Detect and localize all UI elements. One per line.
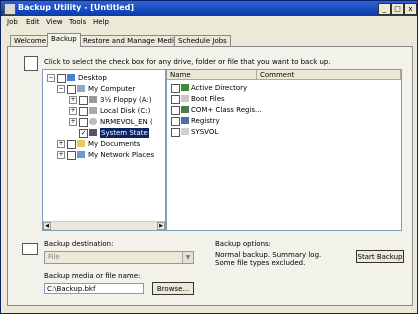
registry-icon <box>181 117 189 124</box>
expand-icon[interactable]: + <box>57 151 65 159</box>
drive-tree[interactable]: − Desktop − My Computer + 3½ Floppy (A:)… <box>42 69 166 231</box>
minimize-button[interactable]: _ <box>378 3 391 15</box>
browse-button[interactable]: Browse... <box>152 282 194 295</box>
media-label: Backup media or file name: <box>44 272 141 280</box>
menu-tools[interactable]: Tools <box>69 18 86 26</box>
expand-icon[interactable]: + <box>69 107 77 115</box>
expand-icon[interactable]: + <box>69 118 77 126</box>
column-header-name[interactable]: Name <box>167 70 257 80</box>
system-state-checkbox[interactable]: ✓ <box>79 129 88 138</box>
local-disk-checkbox[interactable] <box>79 107 88 116</box>
backup-utility-window: Backup Utility - [Untitled] _ □ x Job Ed… <box>0 0 418 314</box>
collapse-icon[interactable]: − <box>47 74 55 82</box>
window-title: Backup Utility - [Untitled] <box>18 3 135 12</box>
column-header-comment[interactable]: Comment <box>257 70 401 80</box>
tab-backup[interactable]: Backup <box>47 33 81 47</box>
expand-icon[interactable]: + <box>57 140 65 148</box>
backup-options-label: Backup options: <box>215 240 272 248</box>
tab-welcome[interactable]: Welcome <box>10 35 51 46</box>
tab-restore[interactable]: Restore and Manage Media <box>79 35 183 46</box>
com-class-icon <box>181 106 189 113</box>
backup-panel: Click to select the check box for any dr… <box>7 46 413 306</box>
item-list[interactable]: Name Comment Active Directory Boot Files… <box>166 69 402 231</box>
scroll-left-icon[interactable]: ◀ <box>43 222 51 230</box>
floppy-checkbox[interactable] <box>79 96 88 105</box>
menu-job[interactable]: Job <box>7 18 18 26</box>
destination-icon <box>22 243 38 255</box>
tab-strip: Welcome Backup Restore and Manage Media … <box>1 32 417 47</box>
instruction-text: Click to select the check box for any dr… <box>44 58 331 66</box>
cd-drive-icon <box>89 118 97 125</box>
item-checkbox[interactable] <box>171 106 180 115</box>
item-checkbox[interactable] <box>171 128 180 137</box>
start-backup-button[interactable]: Start Backup <box>356 250 404 263</box>
backup-options-line2: Some file types excluded. <box>215 259 306 267</box>
maximize-button[interactable]: □ <box>391 3 404 15</box>
item-checkbox[interactable] <box>171 117 180 126</box>
desktop-checkbox[interactable] <box>57 74 66 83</box>
hard-disk-icon <box>89 107 97 114</box>
boot-files-icon <box>181 95 189 102</box>
tree-horizontal-scrollbar[interactable]: ◀ ▶ <box>43 221 165 230</box>
system-state-icon <box>89 129 97 136</box>
floppy-icon <box>89 96 97 103</box>
destination-label: Backup destination: <box>44 240 114 248</box>
network-icon <box>77 151 85 158</box>
destination-select[interactable]: File ▼ <box>44 251 194 264</box>
active-directory-icon <box>181 84 189 91</box>
sysvol-icon <box>181 128 189 135</box>
cdrom-checkbox[interactable] <box>79 118 88 127</box>
menu-bar: Job Edit View Tools Help <box>1 16 417 29</box>
collapse-icon[interactable]: − <box>57 85 65 93</box>
dropdown-arrow-icon[interactable]: ▼ <box>182 252 193 263</box>
item-checkbox[interactable] <box>171 95 180 104</box>
media-file-input[interactable]: C:\Backup.bkf <box>44 283 144 294</box>
menu-help[interactable]: Help <box>93 18 109 26</box>
close-button[interactable]: x <box>404 3 417 15</box>
my-documents-checkbox[interactable] <box>67 140 76 149</box>
tab-schedule[interactable]: Schedule Jobs <box>174 35 231 46</box>
desktop-icon <box>67 74 75 81</box>
computer-icon <box>77 85 85 92</box>
menu-edit[interactable]: Edit <box>26 18 40 26</box>
title-bar: Backup Utility - [Untitled] _ □ x <box>1 1 417 16</box>
expand-icon[interactable]: + <box>69 96 77 104</box>
checklist-icon <box>24 56 38 71</box>
backup-options-line1: Normal backup. Summary log. <box>215 251 322 259</box>
network-checkbox[interactable] <box>67 151 76 160</box>
folder-icon <box>77 140 85 147</box>
menu-view[interactable]: View <box>46 18 63 26</box>
app-icon <box>4 3 16 15</box>
my-computer-checkbox[interactable] <box>67 85 76 94</box>
scroll-right-icon[interactable]: ▶ <box>157 222 165 230</box>
item-checkbox[interactable] <box>171 84 180 93</box>
